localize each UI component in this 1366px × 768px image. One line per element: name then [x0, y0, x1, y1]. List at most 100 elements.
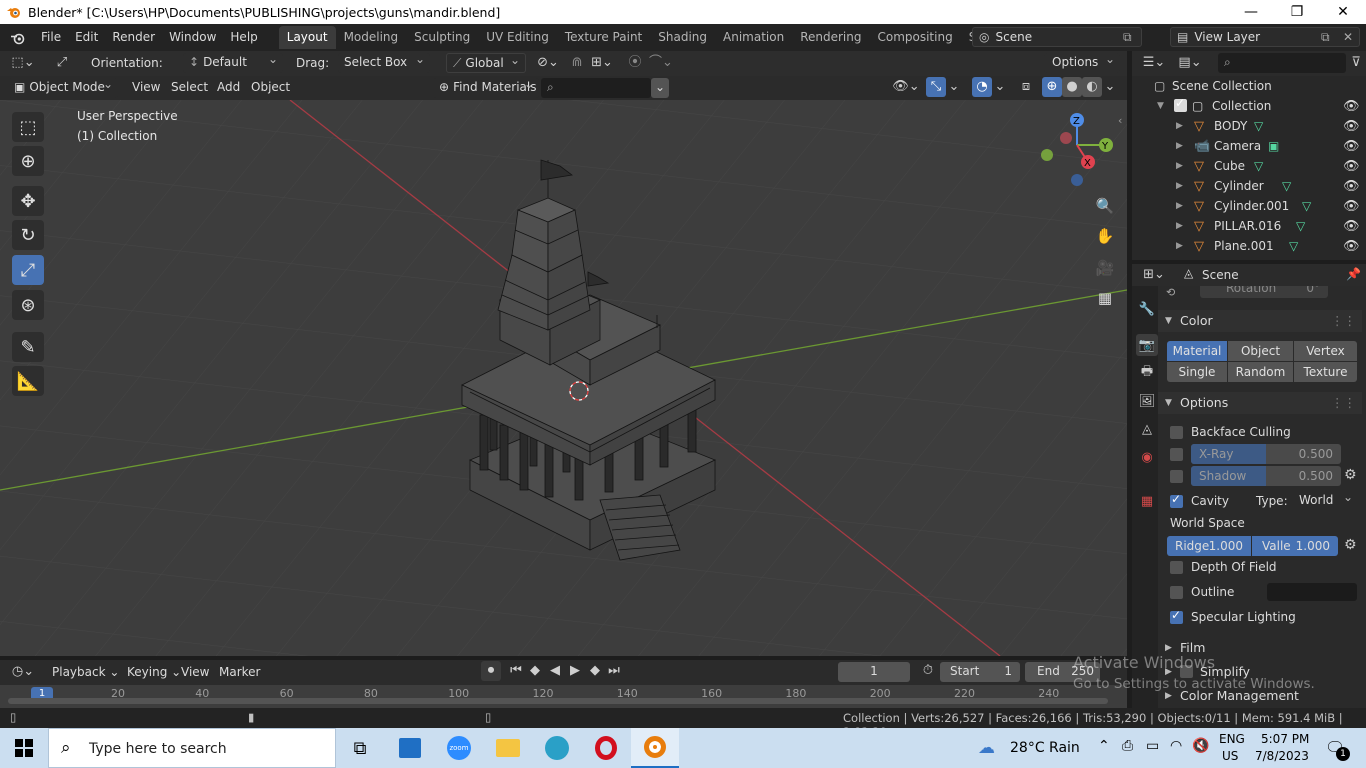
sidebar-toggle-icon[interactable]: ‹ [1118, 114, 1122, 127]
start-button[interactable] [0, 728, 48, 768]
menu-view[interactable]: View [132, 80, 160, 94]
object-visibility-icon[interactable]: 👁 [1343, 159, 1360, 174]
tab-sculpting[interactable]: Sculpting [406, 26, 478, 49]
color-object-button[interactable]: Object [1228, 341, 1293, 361]
collection-visibility-icon[interactable]: 👁 [1343, 99, 1360, 114]
ortho-toggle-icon[interactable]: ▦ [1091, 284, 1119, 312]
overlays-toggle-icon[interactable]: ◔ [972, 77, 992, 97]
current-frame-field[interactable]: 1 [838, 662, 910, 682]
search-options-icon[interactable]: ⌄ [651, 78, 669, 98]
pin-icon[interactable]: 📌 [1346, 267, 1361, 281]
minimize-button[interactable]: — [1228, 0, 1274, 24]
play-reverse-icon[interactable]: ◀ [545, 661, 565, 681]
device-icon[interactable]: ⎙ [1122, 738, 1133, 754]
options-dropdown[interactable]: Options [1044, 50, 1120, 73]
depth-of-field-checkbox[interactable] [1170, 561, 1183, 574]
backface-culling-checkbox[interactable] [1170, 426, 1183, 439]
microsoft-store-icon[interactable] [386, 728, 434, 768]
start-frame-field[interactable]: Start 1 [940, 662, 1020, 682]
outliner-collection[interactable]: ▼ ▢ Collection 👁 [1132, 96, 1366, 116]
edge-browser-icon[interactable] [533, 728, 581, 768]
close-window-button[interactable]: ✕ [1320, 0, 1366, 24]
expand-collection-icon[interactable]: ▼ [1157, 101, 1164, 111]
find-materials-dropdown[interactable]: ⊕ Find Materials [433, 75, 539, 98]
expand-object-icon[interactable]: ▶ [1176, 121, 1183, 131]
scene-tab-icon[interactable]: ◬ [1136, 418, 1158, 440]
jump-end-icon[interactable]: ⏭ [605, 661, 623, 681]
restore-button[interactable]: ❐ [1274, 0, 1320, 24]
gizmo-dropdown-icon[interactable]: ⌄ [946, 77, 962, 97]
outliner-scene-collection[interactable]: ▢ Scene Collection [1132, 76, 1366, 96]
taskbar-search-box[interactable]: ⌕ Type here to search [48, 728, 336, 768]
color-material-button[interactable]: Material [1167, 341, 1227, 361]
battery-icon[interactable]: ▭ [1146, 738, 1159, 754]
cavity-settings-gear-icon[interactable]: ⚙ [1344, 537, 1357, 553]
object-mode-dropdown[interactable]: ▣ Object Mode [8, 75, 118, 98]
tab-modeling[interactable]: Modeling [336, 26, 407, 49]
outliner-object-row[interactable]: ▶ ▽ PILLAR.016 ▽ 👁 [1132, 216, 1366, 236]
collection-enable-checkbox[interactable] [1174, 96, 1187, 112]
properties-editor-type-icon[interactable]: ⊞⌄ [1140, 265, 1168, 285]
menu-keying[interactable]: Keying ⌄ [127, 665, 181, 679]
keyboard-layout-indicator[interactable]: US [1222, 749, 1238, 763]
shadow-settings-gear-icon[interactable]: ⚙ [1344, 467, 1357, 483]
output-tab-icon[interactable]: 🖶 [1136, 362, 1158, 384]
scale-tool[interactable]: ⤢ [12, 255, 44, 285]
wireframe-shading-icon[interactable]: ⊕ [1042, 77, 1062, 97]
menu-playback[interactable]: Playback ⌄ [52, 665, 119, 679]
material-shading-icon[interactable]: ◐ [1082, 77, 1102, 97]
clock-time[interactable]: 5:07 PM [1261, 732, 1309, 746]
weather-icon[interactable]: ☁ [978, 738, 995, 758]
mesh-data-icon[interactable]: ▽ [1289, 239, 1298, 253]
blender-menu-icon[interactable] [10, 30, 26, 46]
outliner-object-row[interactable]: ▶ ▽ Cylinder.001 ▽ 👁 [1132, 196, 1366, 216]
expand-object-icon[interactable]: ▶ [1176, 161, 1183, 171]
jump-start-icon[interactable]: ⏮ [507, 661, 525, 681]
volume-icon[interactable]: 🔇 [1192, 738, 1209, 754]
rotation-field[interactable]: Rotation 0° [1200, 286, 1328, 298]
object-visibility-icon[interactable]: 👁 [1343, 179, 1360, 194]
outliner-object-row[interactable]: ▶ ▽ Cylinder ▽ 👁 [1132, 176, 1366, 196]
visibility-toggle-icon[interactable]: 👁⌄ [890, 77, 922, 97]
drag-handle-icon[interactable]: ⋮⋮ [1331, 392, 1356, 414]
render-tab-icon[interactable]: 📷 [1136, 334, 1158, 356]
tab-animation[interactable]: Animation [715, 26, 792, 49]
outliner-object-row[interactable]: ▶ ▽ BODY ▽ 👁 [1132, 116, 1366, 136]
menu-window[interactable]: Window [162, 27, 223, 48]
color-vertex-button[interactable]: Vertex [1294, 341, 1357, 361]
xray-slider[interactable]: X-Ray 0.500 [1191, 444, 1341, 464]
camera-data-icon[interactable]: ▣ [1268, 139, 1279, 153]
select-box-tool[interactable]: ⬚ [12, 112, 44, 142]
transform-tool[interactable]: ⊛ [12, 290, 44, 320]
view-layer-tab-icon[interactable]: 🖼 [1136, 390, 1158, 412]
orientation-dropdown[interactable]: ↕ Default [183, 50, 283, 73]
drag-handle-icon[interactable]: ⋮⋮ [1331, 310, 1356, 332]
task-view-icon[interactable]: ⧉ [336, 728, 384, 768]
clock-date[interactable]: 7/8/2023 [1255, 749, 1309, 763]
zoom-app-icon[interactable]: zoom [435, 728, 483, 768]
outliner-search-input[interactable]: ⌕ [1218, 53, 1346, 73]
texture-tab-icon[interactable]: ▦ [1136, 490, 1158, 512]
outliner-object-row[interactable]: ▶ ▽ Plane.001 ▽ 👁 [1132, 236, 1366, 256]
options-panel-header[interactable]: ▼ Options ⋮⋮ [1158, 392, 1362, 414]
outliner-object-row[interactable]: ▶ 📹 Camera ▣ 👁 [1132, 136, 1366, 156]
mesh-data-icon[interactable]: ▽ [1254, 159, 1263, 173]
cavity-checkbox[interactable] [1170, 492, 1183, 508]
proportional-editing-icon[interactable]: ⦿ [624, 53, 646, 73]
timeline-editor-type-icon[interactable]: ◷⌄ [8, 662, 38, 682]
measure-tool[interactable]: 📐 [12, 366, 44, 396]
menu-object[interactable]: Object [251, 80, 290, 94]
outline-color-swatch[interactable] [1267, 583, 1357, 601]
outliner-editor-type-icon[interactable]: ☰⌄ [1140, 53, 1168, 73]
language-indicator[interactable]: ENG [1219, 732, 1245, 746]
tab-texture-paint[interactable]: Texture Paint [557, 26, 650, 49]
expand-object-icon[interactable]: ▶ [1176, 201, 1183, 211]
tool-tab-icon[interactable]: 🔧 [1136, 298, 1158, 320]
new-view-layer-icon[interactable]: ⧉ [1321, 28, 1330, 46]
cavity-type-dropdown[interactable]: World [1293, 488, 1358, 511]
object-visibility-icon[interactable]: 👁 [1343, 139, 1360, 154]
expand-object-icon[interactable]: ▶ [1176, 181, 1183, 191]
weather-text[interactable]: 28°C Rain [1010, 740, 1080, 756]
color-panel-header[interactable]: ▼ Color ⋮⋮ [1158, 310, 1362, 332]
overlays-dropdown-icon[interactable]: ⌄ [992, 77, 1008, 97]
